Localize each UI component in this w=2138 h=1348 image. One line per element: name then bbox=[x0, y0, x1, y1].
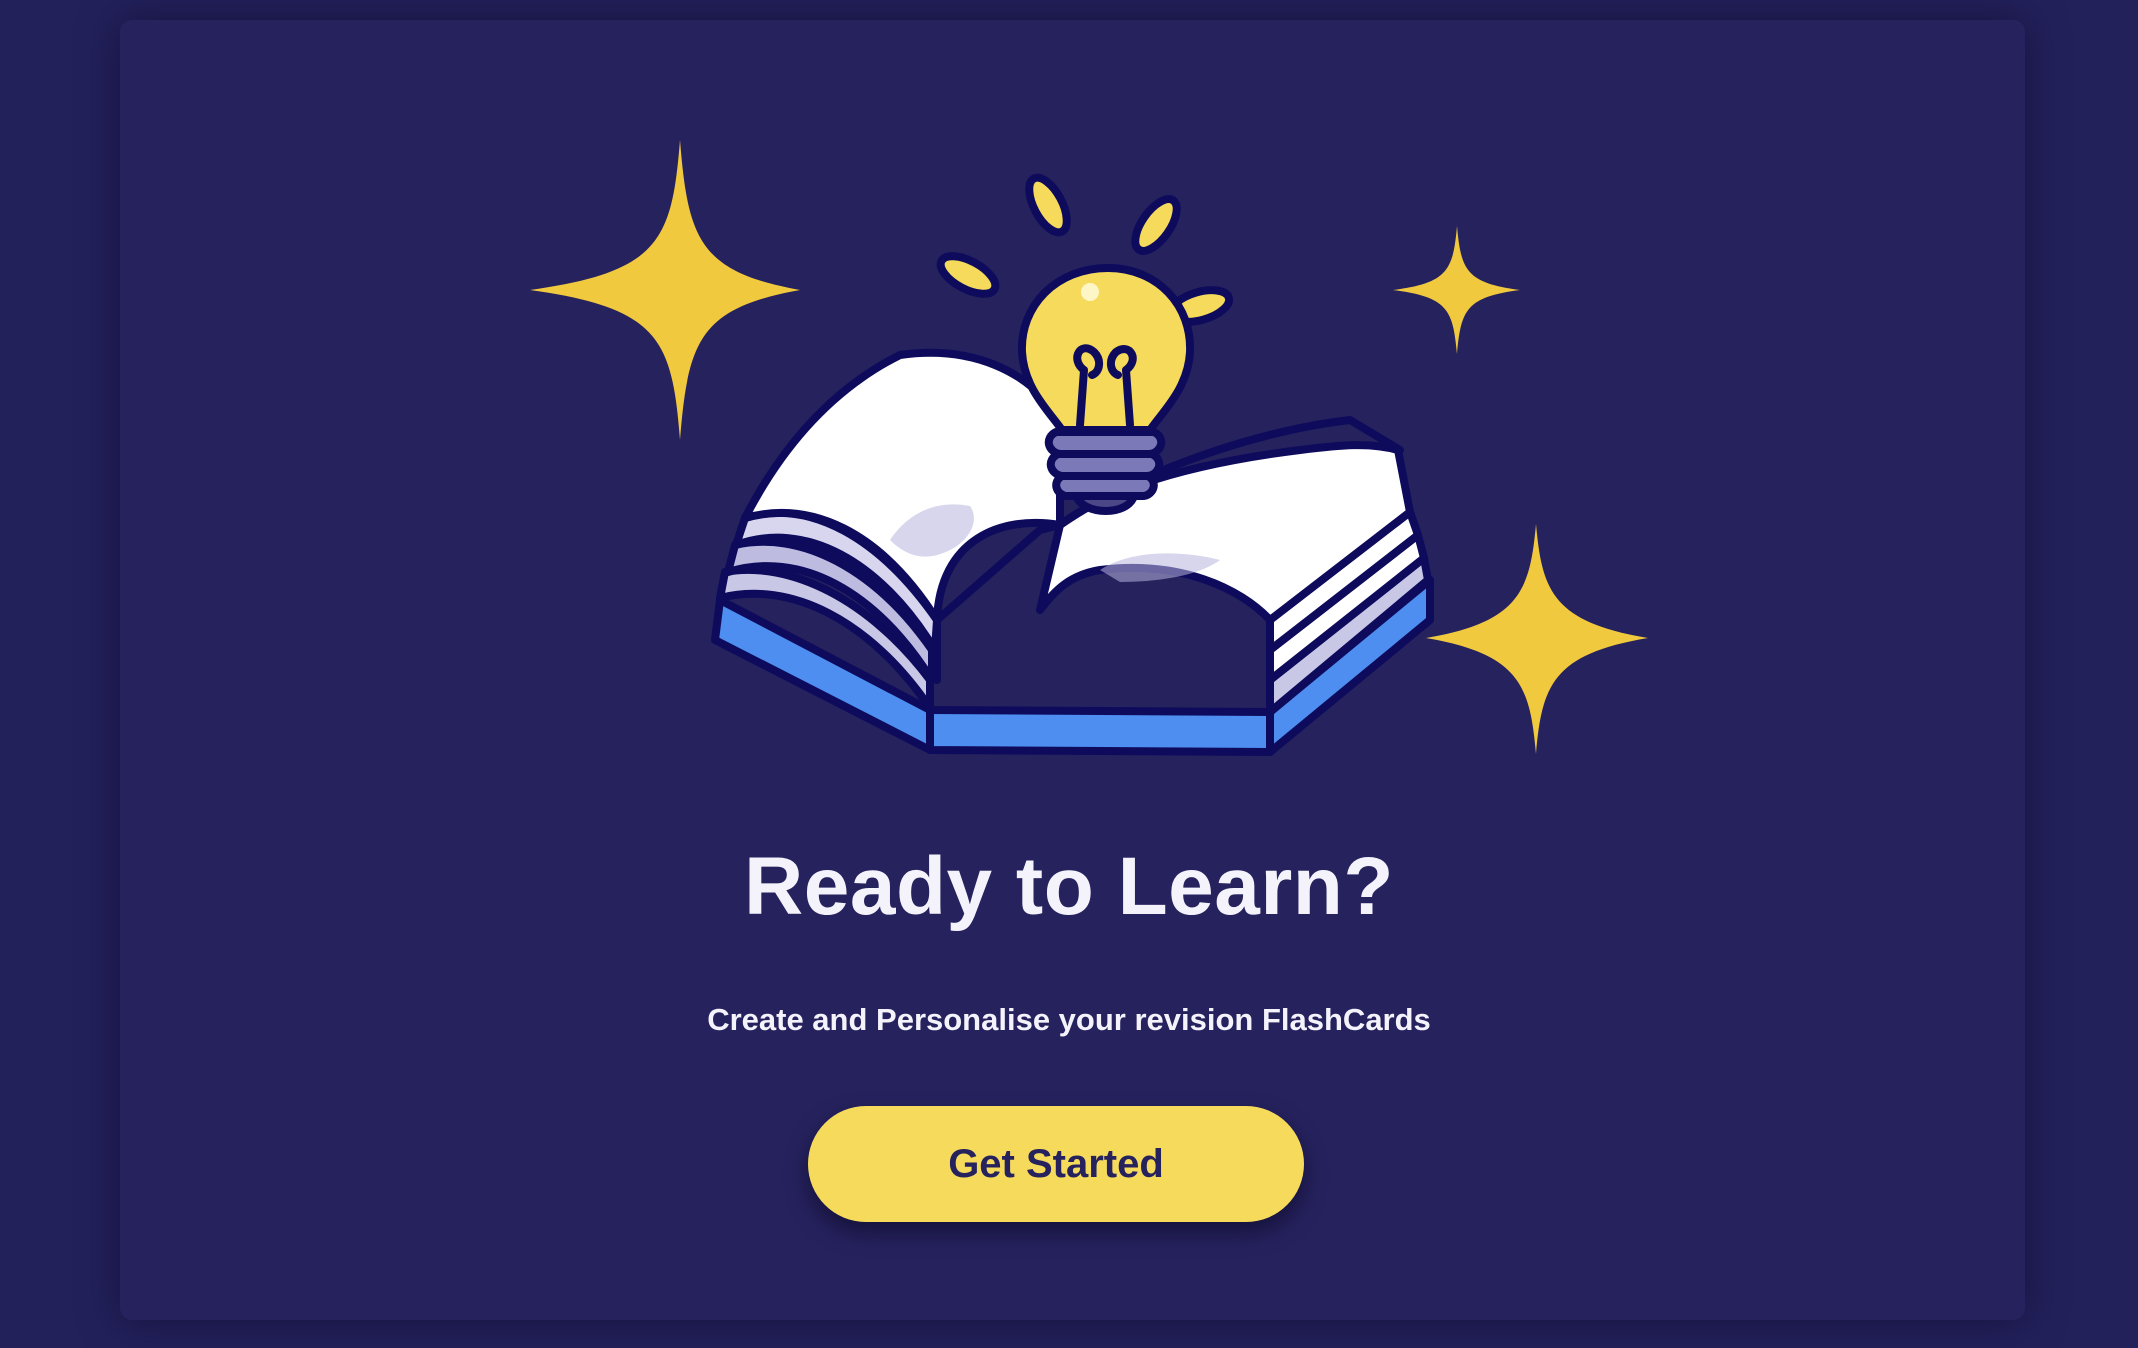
sparkle-icon bbox=[1393, 226, 1520, 354]
sparkle-icon bbox=[1426, 524, 1648, 754]
get-started-button[interactable]: Get Started bbox=[808, 1106, 1304, 1222]
hero-illustration bbox=[530, 140, 1648, 756]
sparkle-icon bbox=[530, 140, 800, 440]
page-subtitle: Create and Personalise your revision Fla… bbox=[707, 1002, 1431, 1037]
bulb-highlight bbox=[1081, 283, 1099, 301]
page-title: Ready to Learn? bbox=[744, 841, 1394, 932]
